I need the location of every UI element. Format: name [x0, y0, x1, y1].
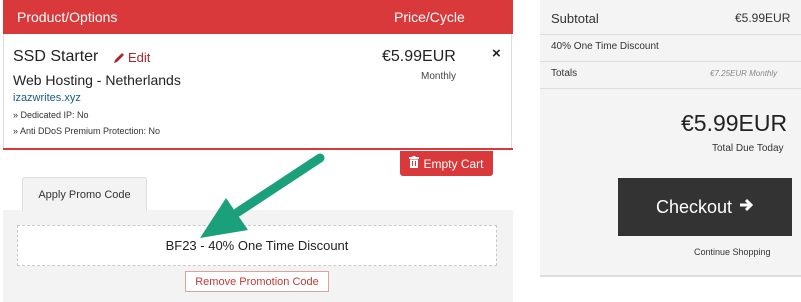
summary-divider	[540, 88, 801, 89]
cart-header: Product/Options Price/Cycle	[3, 0, 513, 34]
totals-label: Totals	[551, 68, 578, 79]
subtotal-value: €5.99EUR	[735, 11, 791, 25]
totals-recurring: €7.25EUR Monthly	[710, 69, 778, 78]
total-due-amount: €5.99EUR	[681, 110, 788, 136]
close-icon[interactable]: ×	[492, 45, 501, 62]
summary-divider	[540, 61, 801, 62]
total-due-label: Total Due Today	[712, 143, 784, 154]
product-cycle: Monthly	[421, 71, 457, 82]
edit-label: Edit	[128, 50, 151, 65]
header-product: Product/Options	[17, 9, 118, 25]
applied-promo-code: BF23 - 40% One Time Discount	[17, 225, 497, 266]
product-price: €5.99EUR	[382, 48, 456, 65]
cart-bottom-border	[3, 148, 513, 150]
product-name: SSD Starter	[13, 48, 99, 65]
product-domain[interactable]: izazwrites.xyz	[13, 92, 81, 104]
checkout-label: Checkout	[655, 196, 733, 217]
empty-cart-label: Empty Cart	[423, 156, 484, 171]
continue-shopping-link[interactable]: Continue Shopping	[694, 247, 771, 257]
edit-link[interactable]: Edit	[113, 50, 150, 65]
checkout-button[interactable]: Checkout	[618, 178, 792, 236]
tab-apply-promo-code[interactable]: Apply Promo Code	[22, 177, 147, 211]
subtotal-label: Subtotal	[551, 11, 599, 26]
pencil-icon	[113, 52, 125, 64]
arrow-right-icon	[738, 197, 754, 218]
product-group: Web Hosting - Netherlands	[13, 72, 181, 88]
product-option-ddos: » Anti DDoS Premium Protection: No	[13, 126, 161, 136]
header-price-cycle: Price/Cycle	[394, 9, 465, 25]
remove-promotion-button[interactable]: Remove Promotion Code	[185, 271, 329, 292]
discount-label: 40% One Time Discount	[551, 41, 659, 52]
summary-divider	[540, 34, 801, 35]
trash-icon	[409, 156, 420, 171]
empty-cart-button[interactable]: Empty Cart	[400, 151, 493, 176]
product-option-dedicated-ip: » Dedicated IP: No	[13, 110, 89, 120]
